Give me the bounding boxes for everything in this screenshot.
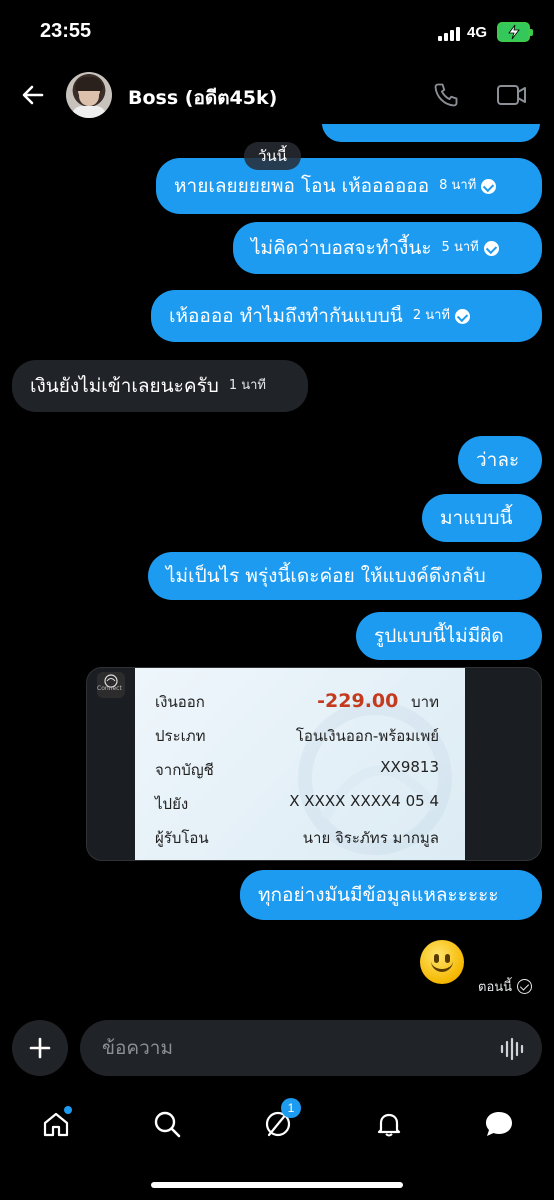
message-time: 1 นาที — [228, 378, 267, 394]
message-input-box[interactable] — [80, 1020, 542, 1076]
slip-unit: บาท — [411, 693, 439, 711]
chat-header: Boss (อดีต45k) — [0, 64, 554, 124]
slip-label: จากบัญชี — [155, 761, 214, 779]
message-text: รูปแบบนี้ไม่มีผิด — [374, 624, 504, 647]
slip-row-to: ไปยัง X XXXX XXXX4 05 4 — [155, 792, 439, 816]
message-status: ตอนนี้ — [478, 976, 533, 997]
message-list[interactable]: วันนี้ หายเลยยยยพอ โอน เห้ออออออ 8 นาที … — [0, 124, 554, 1000]
back-arrow-icon[interactable] — [18, 80, 48, 110]
bell-icon — [377, 1113, 401, 1137]
nav-messages[interactable] — [479, 1104, 519, 1144]
slip-row-type: ประเภท โอนเงินออก-พร้อมเพย์ — [155, 724, 439, 748]
plus-icon — [29, 1037, 51, 1059]
bottom-nav: 1 — [0, 1096, 554, 1152]
sent-check-icon — [517, 979, 533, 994]
status-bar: 23:55 4G — [0, 0, 554, 64]
message-bubble-out[interactable]: ว่าละ — [458, 436, 542, 484]
message-text: หายเลยยยยพอ โอน เห้ออออออ — [174, 174, 430, 197]
slip-label: เงินออก — [155, 693, 205, 711]
date-separator: วันนี้ — [244, 142, 301, 170]
home-indicator — [151, 1182, 403, 1188]
message-text: ไม่คิดว่าบอสจะทำงี้นะ — [251, 236, 432, 259]
message-time: 5 นาที — [441, 240, 479, 256]
read-check-icon — [483, 240, 499, 256]
network-type: 4G — [467, 24, 488, 41]
new-content-dot — [64, 1106, 72, 1114]
slip-value: X XXXX XXXX4 05 4 — [289, 792, 439, 810]
nav-search[interactable] — [147, 1104, 187, 1144]
message-text: เงินยังไม่เข้าเลยนะครับ — [30, 374, 219, 397]
message-text: ว่าละ — [476, 448, 520, 471]
message-input[interactable] — [102, 1020, 482, 1076]
contact-name[interactable]: Boss (อดีต45k) — [128, 83, 277, 113]
video-call-icon[interactable] — [496, 82, 528, 112]
slip-value: นาย จิระภัทร มากมูล — [302, 829, 439, 847]
message-time: 2 นาที — [412, 308, 450, 324]
slip-card: เงินออก -229.00 บาท ประเภท โอนเงินออก-พร… — [135, 668, 465, 860]
slip-row-amount: เงินออก -229.00 บาท — [155, 690, 439, 714]
message-time: 8 นาที — [439, 178, 477, 194]
slip-label: ไปยัง — [155, 795, 189, 813]
message-bubble-out[interactable]: เห้ออออ ทำไมถึงทำกันแบบนี้ 2 นาที — [151, 290, 542, 342]
slip-amount: -229.00 — [317, 690, 399, 712]
phone-call-icon[interactable] — [432, 81, 460, 113]
message-bubble-out[interactable]: ทุกอย่างมันมีข้อมูลแหละะะะะ — [240, 870, 542, 920]
message-bubble-out[interactable]: รูปแบบนี้ไม่มีผิด — [356, 612, 542, 660]
smiling-face-emoji[interactable] — [420, 940, 464, 984]
message-bubble-out[interactable]: ไม่คิดว่าบอสจะทำงี้นะ 5 นาที — [233, 222, 542, 274]
slip-row-recipient: ผู้รับโอน นาย จิระภัทร มากมูล — [155, 826, 439, 850]
message-bubble-in[interactable]: เงินยังไม่เข้าเลยนะครับ 1 นาที — [12, 360, 308, 412]
bank-logo-text: Connect — [97, 685, 122, 692]
avatar[interactable] — [66, 72, 112, 118]
message-text: มาแบบนี้ — [440, 506, 513, 529]
message-text: ไม่เป็นไร พรุ่งนี้เดะค่อย ให้แบงค์ดึงกลั… — [166, 564, 486, 587]
search-icon — [154, 1111, 181, 1138]
transfer-slip-image[interactable]: Connect เงินออก -229.00 บาท ประเภท โอนเง… — [86, 667, 542, 861]
message-bubble-out[interactable]: หายเลยยยยพอ โอน เห้ออออออ 8 นาที — [156, 158, 542, 214]
voice-message-icon[interactable] — [500, 1037, 526, 1065]
message-bubble-out[interactable]: ไม่เป็นไร พรุ่งนี้เดะค่อย ให้แบงค์ดึงกลั… — [148, 552, 542, 600]
slip-label: ประเภท — [155, 727, 206, 745]
messages-icon — [486, 1112, 512, 1136]
notification-badge: 1 — [281, 1098, 301, 1118]
status-text: ตอนนี้ — [478, 980, 513, 995]
slip-value: โอนเงินออก-พร้อมเพย์ — [295, 727, 439, 745]
status-time: 23:55 — [40, 20, 92, 42]
message-text: ทุกอย่างมันมีข้อมูลแหละะะะะ — [258, 883, 499, 906]
signal-icon — [438, 27, 460, 41]
nav-home[interactable] — [36, 1104, 76, 1144]
nav-grok[interactable]: 1 — [258, 1098, 301, 1144]
message-bubble-clipped[interactable] — [322, 124, 540, 142]
message-text: เห้ออออ ทำไมถึงทำกันแบบนี้ — [169, 304, 403, 327]
slip-row-from: จากบัญชี XX9813 — [155, 758, 439, 782]
read-check-icon — [454, 308, 470, 324]
read-check-icon — [481, 178, 497, 194]
battery-charging-icon — [497, 22, 533, 42]
slip-value: XX9813 — [380, 758, 439, 776]
slip-label: ผู้รับโอน — [155, 829, 209, 847]
nav-notifications[interactable] — [369, 1104, 409, 1144]
message-bubble-out[interactable]: มาแบบนี้ — [422, 494, 542, 542]
add-attachment-button[interactable] — [12, 1020, 68, 1076]
